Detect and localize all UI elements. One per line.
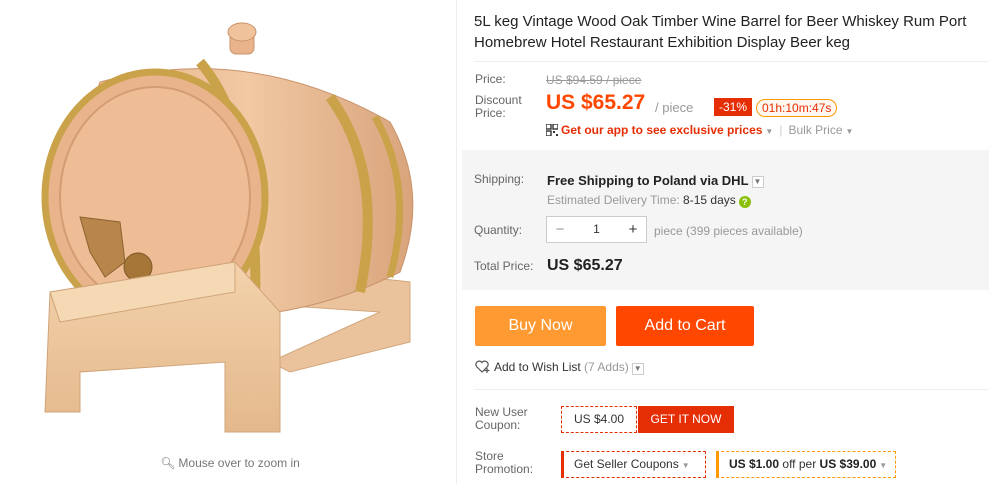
- price-label: Price:: [475, 72, 506, 86]
- bulk-price-link[interactable]: Bulk Price: [788, 123, 842, 137]
- total-price: US $65.27: [547, 257, 623, 274]
- offer-amount: US $1.00: [729, 457, 780, 471]
- wish-list-label: Add to Wish List: [494, 360, 581, 374]
- product-title: 5L keg Vintage Wood Oak Timber Wine Barr…: [474, 13, 967, 51]
- price-block: Price: US $94.59 / piece Discount Price:…: [474, 61, 989, 137]
- get-it-now-button[interactable]: GET IT NOW: [638, 406, 734, 433]
- chevron-down-icon: ▼: [765, 127, 774, 136]
- chevron-down-icon: ▼: [845, 127, 854, 136]
- app-prices-link[interactable]: Get our app to see exclusive prices: [561, 123, 762, 137]
- quantity-label: Quantity:: [474, 223, 523, 237]
- total-price-label: Total Price:: [474, 259, 534, 273]
- coupon-amount: US $4.00: [561, 406, 637, 433]
- shipping-option[interactable]: Free Shipping to Poland via DHL ▼: [547, 173, 764, 188]
- wish-count: (7 Adds): [584, 360, 629, 374]
- heart-plus-icon: [475, 360, 490, 373]
- qr-code-icon: [546, 124, 558, 136]
- magnifier-icon: 🔍︎: [160, 456, 176, 470]
- buy-now-button[interactable]: Buy Now: [475, 306, 606, 346]
- original-price: US $94.59 / piece: [546, 73, 642, 87]
- add-to-cart-button[interactable]: Add to Cart: [616, 306, 754, 346]
- delivery-days: 8-15 days: [683, 193, 736, 207]
- zoom-hint: 🔍︎ Mouse over to zoom in: [0, 456, 460, 470]
- chevron-down-icon[interactable]: ▼: [631, 363, 644, 375]
- decrease-button[interactable]: −: [547, 217, 573, 242]
- shipping-label: Shipping:: [474, 172, 525, 186]
- product-image[interactable]: [30, 12, 430, 442]
- app-price-row: Get our app to see exclusive prices ▼ | Bul…: [546, 123, 853, 137]
- countdown-timer: 01h:10m:47s: [756, 99, 838, 117]
- chevron-down-icon[interactable]: ▼: [751, 176, 764, 188]
- sale-price: US $65.27: [546, 91, 646, 114]
- quantity-input[interactable]: 1: [573, 217, 620, 242]
- product-detail: 5L keg Vintage Wood Oak Timber Wine Barr…: [462, 0, 989, 484]
- coupon-block: New User Coupon: US $4.00 GET IT NOW Sto…: [474, 389, 989, 478]
- discount-price-label: Discount Price:: [475, 93, 522, 120]
- chevron-down-icon: ▼: [879, 461, 888, 470]
- increase-button[interactable]: +: [620, 217, 646, 242]
- divider: |: [779, 123, 783, 137]
- discount-badge: -31%: [714, 98, 753, 116]
- shipping-value: Free Shipping to Poland via DHL: [547, 173, 749, 188]
- quantity-available: piece (399 pieces available): [654, 224, 803, 238]
- delivery-label: Estimated Delivery Time:: [547, 193, 680, 207]
- help-icon[interactable]: ?: [738, 196, 751, 208]
- offer-mid: off per: [782, 457, 817, 471]
- image-panel: 🔍︎ Mouse over to zoom in: [0, 0, 457, 484]
- shipping-block: Shipping: Free Shipping to Poland via DH…: [462, 150, 989, 290]
- zoom-hint-text: Mouse over to zoom in: [178, 456, 300, 470]
- per-piece: / piece: [655, 100, 694, 115]
- offer-threshold: US $39.00: [819, 457, 877, 471]
- seller-coupons-dropdown[interactable]: Get Seller Coupons ▼: [561, 451, 706, 478]
- quantity-stepper: − 1 +: [546, 216, 647, 243]
- store-offer-dropdown[interactable]: US $1.00 off per US $39.00 ▼: [716, 451, 896, 478]
- delivery-time: Estimated Delivery Time: 8-15 days?: [547, 193, 751, 208]
- new-user-coupon-label: New User Coupon:: [475, 405, 528, 432]
- seller-coupons-label: Get Seller Coupons: [574, 457, 679, 471]
- chevron-down-icon: ▼: [681, 461, 690, 470]
- store-promotion-label: Store Promotion:: [475, 449, 534, 476]
- wish-list[interactable]: Add to Wish List (7 Adds) ▼: [475, 360, 644, 375]
